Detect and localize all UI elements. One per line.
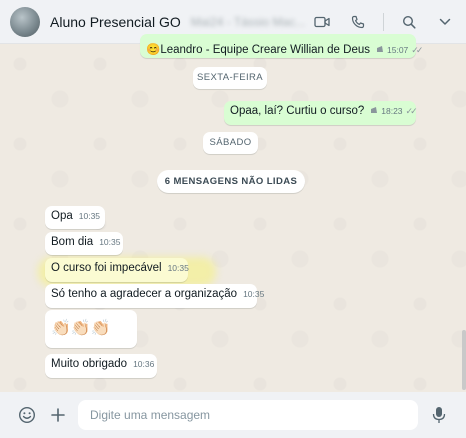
scrollbar[interactable] <box>462 330 466 390</box>
chat-title[interactable]: Aluno Presencial GO <box>50 14 181 30</box>
message-text: Só tenho a agradecer a organização <box>51 288 238 300</box>
message-incoming[interactable]: Opa 10:35 <box>45 206 105 229</box>
whatsapp-chat-window: Aluno Presencial GO Mai24 - Tássio Mac..… <box>0 0 466 438</box>
message-time: 15:07 <box>387 45 409 55</box>
composer-bar <box>0 392 466 438</box>
message-outgoing[interactable]: 😊Leandro - Equipe Creare Willian de Deus… <box>140 34 423 58</box>
microphone-icon[interactable] <box>428 404 450 426</box>
message-time: 10:35 <box>243 289 265 299</box>
emoji-icon[interactable] <box>16 404 38 426</box>
date-separator: SEXTA-FEIRA <box>193 67 267 89</box>
message-time: 10:35 <box>99 237 121 247</box>
message-incoming[interactable]: Muito obrigado 10:36 <box>45 354 157 378</box>
message-text: 👏🏻👏🏻👏🏻 <box>51 320 111 337</box>
unread-messages-banner: 6 MENSAGENS NÃO LIDAS <box>157 170 305 193</box>
double-check-icon: ✓✓ <box>405 105 418 116</box>
search-icon[interactable] <box>398 11 420 33</box>
message-incoming[interactable]: Só tenho a agradecer a organização 10:35 <box>45 284 264 308</box>
message-input[interactable] <box>78 400 418 430</box>
message-incoming[interactable]: Bom dia 10:35 <box>45 232 123 255</box>
message-meta: 15:07 ✓✓ <box>376 44 423 56</box>
message-text: Muito obrigado <box>51 358 128 370</box>
message-time: 10:36 <box>133 359 155 369</box>
date-separator-label: SEXTA-FEIRA <box>197 72 263 83</box>
date-separator-label: SÁBADO <box>209 137 252 148</box>
phone-icon[interactable] <box>347 11 369 33</box>
message-outgoing[interactable]: Opaa, laí? Curtiu o curso? 18:23 ✓✓ <box>224 101 418 125</box>
message-time: 10:35 <box>167 263 189 273</box>
message-text: Bom dia <box>51 236 94 248</box>
message-incoming-emoji[interactable]: 👏🏻👏🏻👏🏻 <box>45 310 137 348</box>
message-text: 😊Leandro - Equipe Creare Willian de Deus <box>146 44 370 56</box>
message-text: O curso foi impecável <box>51 262 162 274</box>
avatar[interactable] <box>10 6 40 37</box>
header-divider <box>383 13 384 31</box>
date-separator: SÁBADO <box>203 132 258 154</box>
message-meta: 18:23 ✓✓ <box>370 105 418 117</box>
microphone-icon <box>376 45 384 55</box>
video-call-icon[interactable] <box>311 11 333 33</box>
message-text: Opaa, laí? Curtiu o curso? <box>230 105 365 117</box>
message-text: Opa <box>51 210 73 222</box>
chevron-down-icon[interactable] <box>434 11 456 33</box>
message-incoming-highlighted[interactable]: O curso foi impecável 10:35 <box>45 258 189 282</box>
chat-subtitle[interactable]: Mai24 - Tássio Mac... <box>191 15 305 29</box>
plus-icon[interactable] <box>47 404 69 426</box>
message-time: 18:23 <box>381 106 403 116</box>
double-check-icon: ✓✓ <box>411 44 423 55</box>
microphone-icon <box>370 106 378 116</box>
unread-messages-label: 6 MENSAGENS NÃO LIDAS <box>164 176 298 187</box>
message-time: 10:35 <box>78 211 101 221</box>
message-list[interactable]: 😊Leandro - Equipe Creare Willian de Deus… <box>0 34 466 392</box>
